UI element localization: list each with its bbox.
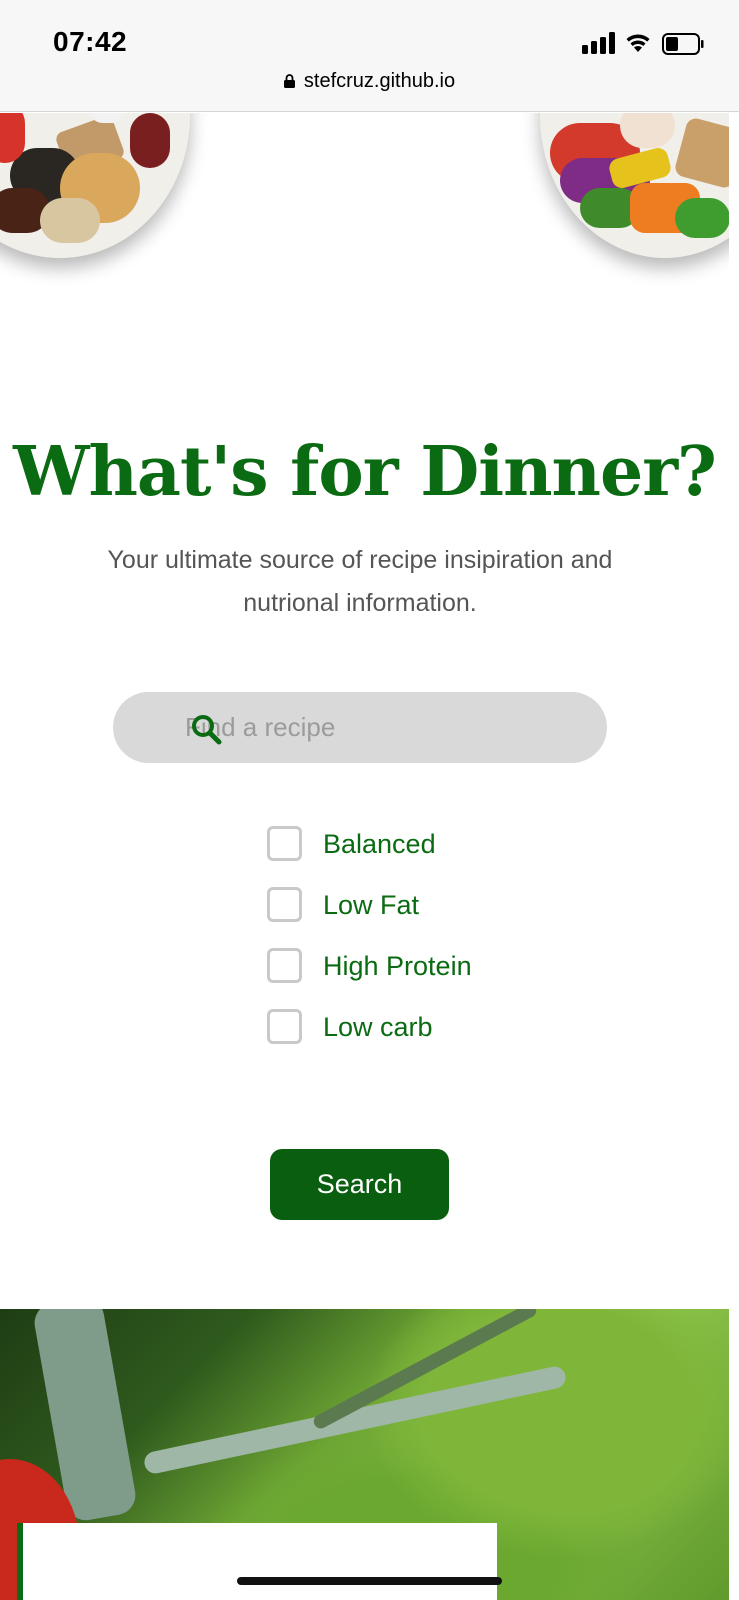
content-card [23,1523,497,1600]
search-button[interactable]: Search [270,1149,449,1220]
diet-option-label: Low Fat [323,890,420,920]
diet-option-label: Balanced [323,829,436,859]
low-carb-checkbox[interactable] [267,1009,302,1044]
diet-option-label: High Protein [323,951,472,981]
diet-option-high-protein[interactable]: High Protein [267,946,527,1007]
diet-option-balanced[interactable]: Balanced [267,824,527,885]
wifi-icon [626,34,650,52]
url-text: stefcruz.github.io [303,70,456,92]
high-protein-checkbox[interactable] [267,948,302,983]
search-icon [192,715,222,745]
diet-filter-list: Balanced Low Fat High Protein Low carb [267,824,527,1068]
low-fat-checkbox[interactable] [267,887,302,922]
balanced-checkbox[interactable] [267,826,302,861]
page-title: What's for Dinner? [13,432,717,512]
diet-option-label: Low carb [323,1012,433,1042]
diet-option-low-fat[interactable]: Low Fat [267,885,527,946]
hero-banner [0,113,739,293]
battery-icon [662,33,704,55]
signal-icon [582,32,618,54]
recipe-search-field[interactable] [113,692,607,763]
food-plate-image-right [540,113,739,258]
status-time: 07:42 [53,26,128,57]
status-bar: 07:42 stefcruz.github.io [0,0,739,112]
address-bar[interactable]: stefcruz.github.io [0,70,739,93]
lock-icon [283,74,295,88]
diet-option-low-carb[interactable]: Low carb [267,1007,527,1068]
page-subtitle: Your ultimate source of recipe insipirat… [107,546,613,617]
recipe-search-input[interactable] [185,692,585,763]
home-indicator[interactable] [237,1577,502,1585]
food-plate-image-left [0,113,190,258]
page-edge [729,113,739,1600]
